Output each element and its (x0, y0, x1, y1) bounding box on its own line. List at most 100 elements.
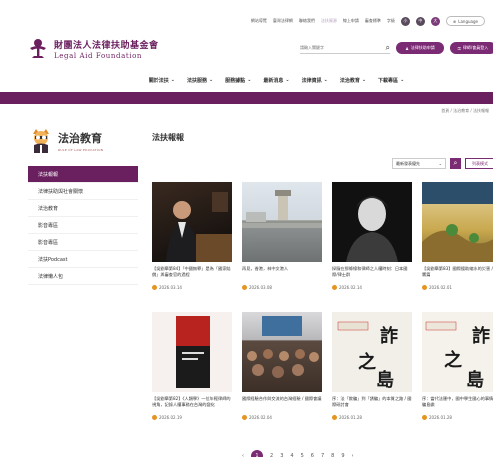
article-card[interactable]: 【吳劉舉第84】「中國無罪」是為「國家賠償」與審查官的過程 2026.03.14 (152, 182, 232, 290)
clock-icon (332, 285, 337, 290)
article-card[interactable]: 國際經驗合作與交流的台灣經驗 / 國際會議 2026.02.04 (242, 312, 322, 420)
article-title[interactable]: 【吳劉舉第82】《人類學》一位年輕律師的視角，記錄人權事務在台灣的變化 (152, 396, 232, 413)
clock-icon (152, 285, 157, 290)
page-1[interactable]: 1 (251, 450, 263, 457)
article-title[interactable]: 【吳劉舉第84】「中國無罪」是為「國家賠償」與審查官的過程 (152, 266, 232, 283)
article-title[interactable]: 探險在那條線和律師之人權時刻：日本國際/律士群 (332, 266, 412, 283)
site-header: 財團法人法律扶助基金會 Legal Aid Foundation ⌕ ♟法律扶助… (0, 30, 493, 70)
language-button[interactable]: ⊕ Language (445, 16, 485, 26)
sidebar-item-news[interactable]: 法扶報報 (28, 166, 138, 183)
search-icon[interactable]: ⌕ (386, 43, 390, 53)
article-date: 2026.02.01 (422, 285, 493, 290)
topbar-link-contact[interactable]: 聯絡我們 (299, 18, 315, 24)
article-card[interactable]: 探險在那條線和律師之人權時刻：日本國際/律士群 2026.02.14 (332, 182, 412, 290)
page-5[interactable]: 5 (301, 453, 304, 457)
page-4[interactable]: 4 (290, 453, 293, 457)
article-thumbnail (242, 182, 322, 262)
nav-item-about[interactable]: 關於法扶 ⌄ (149, 73, 175, 87)
sort-select[interactable]: 最新發表優先 ⌄ (392, 158, 446, 169)
svg-text:詐: 詐 (380, 325, 398, 347)
topbar-link-apply-online[interactable]: 線上申請 (343, 18, 359, 24)
page-prev-icon[interactable]: ‹ (242, 453, 244, 457)
sidebar-menu: 法扶報報 法律扶助與社會關懷 法治教育 影音專區 影音專區 法扶Podcast … (28, 166, 138, 285)
topbar-link-law-net[interactable]: 臺灣法律網 (273, 18, 293, 24)
article-title[interactable]: 國際經驗合作與交流的台灣經驗 / 國際會議 (242, 396, 322, 413)
page-6[interactable]: 6 (311, 453, 314, 457)
member-login-button[interactable]: ⚿ 律師/會員登入 (450, 42, 493, 54)
view-mode-button[interactable]: 列表模式 (465, 158, 493, 169)
scales-logo-icon (30, 39, 46, 58)
nav-item-downloads[interactable]: 下載專區 ⌄ (378, 73, 404, 87)
clock-icon (422, 415, 427, 420)
article-date: 2026.02.04 (242, 415, 322, 420)
nav-item-offices[interactable]: 服務據點 ⌄ (225, 73, 251, 87)
article-title[interactable]: 序：當代法匯中，國中學生國心的事情 / 詐騙島嶼 (422, 396, 493, 413)
page-title: 法扶報報 (152, 133, 184, 142)
article-card[interactable]: 再見，香港，林中文港人 2026.03.08 (242, 182, 322, 290)
page-next-icon[interactable]: › (352, 453, 354, 457)
nav-item-news[interactable]: 最新消息 ⌄ (263, 73, 289, 87)
clock-icon (422, 285, 427, 290)
font-size-label: 字級 (386, 18, 395, 23)
article-date: 2026.02.19 (152, 415, 232, 420)
header-band (0, 92, 493, 104)
search-icon[interactable]: ⌕ (450, 158, 461, 169)
sidebar-item-education[interactable]: 法治教育 (28, 200, 138, 217)
article-date-text: 2026.03.14 (159, 285, 182, 290)
page-7[interactable]: 7 (321, 453, 324, 457)
sidebar-item-explainers[interactable]: 法律懶人包 (28, 268, 138, 285)
pagination: ‹ 1 2 3 4 5 6 7 8 9 › (242, 450, 354, 457)
nav-label: 法律資訊 (301, 77, 322, 84)
breadcrumb[interactable]: 首頁 / 法治教育 / 法扶報報 (441, 108, 489, 114)
font-size-large-button[interactable]: 大 (430, 16, 440, 26)
article-date-text: 2026.02.01 (429, 285, 452, 290)
member-login-label: 律師/會員登入 (462, 45, 489, 50)
sidebar-item-media-2[interactable]: 影音專區 (28, 234, 138, 251)
sidebar-item-podcast[interactable]: 法扶Podcast (28, 251, 138, 268)
page-9[interactable]: 9 (341, 453, 344, 457)
font-size-small-button[interactable]: 小 (400, 16, 410, 26)
lock-icon: ⚿ (457, 45, 461, 51)
topbar-link-resources[interactable]: 法扶資源 (321, 18, 337, 24)
article-card[interactable]: 【吳劉舉第83】國際援助縮水的災害 / 影響篇 2026.02.01 (422, 182, 493, 290)
main-nav: 關於法扶 ⌄ 法扶服務 ⌄ 服務據點 ⌄ 最新消息 ⌄ 法律資訊 ⌄ 法治教育 ⌄ 下載專區… (0, 73, 493, 87)
article-title[interactable]: 序：法「欺騙」到「誘騙」的本質之路 / 國際研討會 (332, 396, 412, 413)
nav-item-legal-info[interactable]: 法律資訊 ⌄ (302, 73, 328, 87)
chevron-down-icon: ⌄ (170, 77, 175, 83)
nav-item-services[interactable]: 法扶服務 ⌄ (187, 73, 213, 87)
sidebar-item-media-1[interactable]: 影音專區 (28, 217, 138, 234)
article-card[interactable]: 詐 之 島 序：法「欺騙」到「誘騙」的本質之路 / 國際研討會 2026.01.… (332, 312, 412, 420)
article-date: 2026.01.28 (332, 415, 412, 420)
page-2[interactable]: 2 (270, 453, 273, 457)
globe-icon: ⊕ (452, 18, 457, 24)
svg-text:詐: 詐 (472, 325, 490, 347)
font-size-medium-button[interactable]: 中 (415, 16, 425, 26)
chevron-down-icon: ⌄ (285, 77, 290, 83)
org-name-zh: 財團法人法律扶助基金會 (54, 41, 159, 51)
article-thumbnail (422, 182, 493, 262)
list-tools: 最新發表優先 ⌄ ⌕ 列表模式 (392, 158, 493, 169)
page-3[interactable]: 3 (280, 453, 283, 457)
svg-text:島: 島 (376, 369, 394, 391)
page-8[interactable]: 8 (331, 453, 334, 457)
nav-item-education[interactable]: 法治教育 ⌄ (340, 73, 366, 87)
clock-icon (242, 415, 247, 420)
nav-label: 法扶服務 (186, 77, 207, 84)
svg-text:島: 島 (466, 369, 484, 391)
chevron-down-icon: ⌄ (208, 77, 214, 83)
topbar-link-criteria[interactable]: 審查標準 (365, 18, 381, 24)
article-title[interactable]: 再見，香港，林中文港人 (242, 266, 322, 283)
article-date-text: 2026.02.14 (339, 285, 362, 290)
mascot-icon (33, 129, 49, 153)
search-input[interactable] (300, 45, 370, 50)
sidebar-item-care[interactable]: 法律扶助與社會關懷 (28, 183, 138, 200)
topbar-link-sitemap[interactable]: 網站導覽 (251, 18, 267, 24)
article-card[interactable]: 詐 之 島 序：當代法匯中，國中學生國心的事情 / 詐騙島嶼 2026.01.2… (422, 312, 493, 420)
site-logo[interactable]: 財團法人法律扶助基金會 Legal Aid Foundation (28, 38, 159, 60)
article-thumbnail: 詐 之 島 (422, 312, 493, 392)
nav-label: 關於法扶 (148, 77, 169, 84)
header-search: ⌕ (300, 42, 390, 54)
apply-button[interactable]: ♟ 法律扶助申請 (396, 42, 444, 54)
article-title[interactable]: 【吳劉舉第83】國際援助縮水的災害 / 影響篇 (422, 266, 493, 283)
article-card[interactable]: 【吳劉舉第82】《人類學》一位年輕律師的視角，記錄人權事務在台灣的變化 2026… (152, 312, 232, 420)
